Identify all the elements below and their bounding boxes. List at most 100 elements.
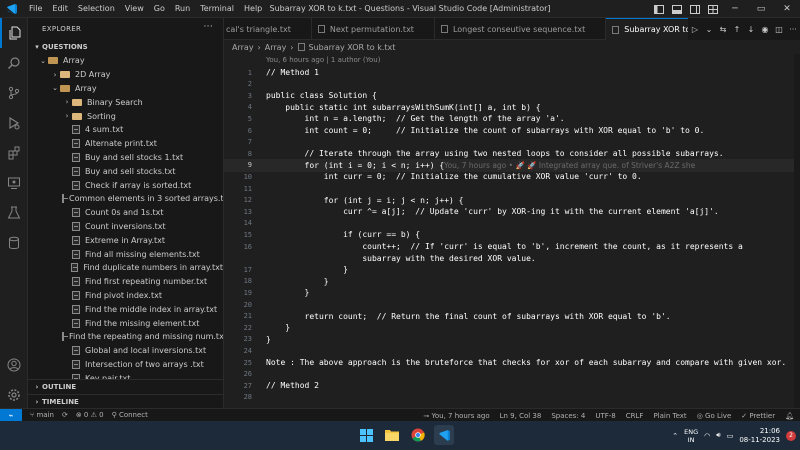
customize-layout-icon[interactable] [704,0,722,18]
end-of-line[interactable]: CRLF [626,412,644,420]
sync-icon[interactable]: ⟳ [62,411,68,419]
breadcrumb-item[interactable]: Subarray XOR to k.txt [309,43,396,52]
volume-icon[interactable]: 🔊︎ [716,431,720,440]
tree-file[interactable]: Count 0s and 1s.txt [28,206,223,220]
encoding[interactable]: UTF-8 [595,412,615,420]
remote-explorer-icon[interactable] [0,168,28,198]
tree-file[interactable]: Find the repeating and missing num.txt [28,330,223,344]
tree-file[interactable]: Common elements in 3 sorted arrays.txt [28,192,223,206]
open-changes-icon[interactable]: ⇆ [716,25,730,34]
tree-file[interactable]: Extreme in Array.txt [28,233,223,247]
tree-folder[interactable]: › 2D Array [28,68,223,82]
tree-file[interactable]: Find all missing elements.txt [28,247,223,261]
workspace-section[interactable]: ▾ QUESTIONS [28,40,223,54]
code-line[interactable]: 28 [224,391,800,404]
wifi-icon[interactable]: ◠ [704,432,710,440]
breadcrumb-item[interactable]: Array [265,43,287,52]
tab[interactable]: cal's triangle.txt [224,18,312,40]
database-icon[interactable] [0,228,28,258]
tree-file[interactable]: Check if array is sorted.txt [28,178,223,192]
minimize-button[interactable]: ─ [722,0,748,18]
testing-icon[interactable] [0,198,28,228]
more-actions-icon[interactable]: ··· [204,22,213,32]
timeline-section[interactable]: › TIMELINE [28,394,223,408]
tree-folder[interactable]: ⌄ Array [28,54,223,68]
line-text: } [266,276,329,286]
clock[interactable]: 21:06 08-11-2023 [739,427,780,445]
extensions-icon[interactable] [0,138,28,168]
close-window-button[interactable]: ✕ [774,0,800,18]
menu-file[interactable]: File [24,4,47,13]
chevron-right-icon: › [65,98,69,107]
outline-section[interactable]: › OUTLINE [28,380,223,394]
account-icon[interactable] [0,350,28,380]
go-live-status[interactable]: ◎ Go Live [697,412,732,420]
layout-sidebar-icon[interactable] [650,0,668,18]
chevron-up-icon[interactable]: ⌃ [672,432,678,440]
tab[interactable]: Longest conseutive sequence.txt [435,18,607,40]
connect-status[interactable]: ⚲ Connect [112,411,148,419]
scrollbar[interactable] [794,54,800,408]
file-explorer-icon[interactable] [382,425,402,445]
remote-indicator-icon[interactable]: ⌁ [0,408,22,422]
tree-folder[interactable]: › Sorting [28,109,223,123]
tree-file[interactable]: Buy and sell stocks.txt [28,164,223,178]
tab-label: cal's triangle.txt [226,24,291,34]
layout-panel-icon[interactable] [668,0,686,18]
next-change-icon[interactable]: ↓ [744,25,758,34]
search-icon[interactable] [0,48,28,78]
prettier-status[interactable]: ✓ Prettier [741,412,775,420]
tree-file[interactable]: 4 sum.txt [28,123,223,137]
tree-file[interactable]: Intersection of two arrays .txt [28,358,223,372]
toggle-blame-icon[interactable]: ◉ [758,25,772,34]
notifications-bell-icon[interactable]: 🔔︎ [785,412,794,420]
chrome-icon[interactable] [408,425,428,445]
windows-start-icon[interactable] [356,425,376,445]
line-number: 17 [243,265,252,274]
run-icon[interactable]: ▷ [688,25,702,34]
previous-change-icon[interactable]: ↑ [730,25,744,34]
language-mode[interactable]: Plain Text [653,412,686,420]
tree-file[interactable]: Buy and sell stocks 1.txt [28,151,223,165]
tree-file[interactable]: Global and local inversions.txt [28,344,223,358]
menu-terminal[interactable]: Terminal [195,4,239,13]
git-blame-status[interactable]: ⊸ You, 7 hours ago [423,412,489,420]
tab[interactable]: Next permutation.txt [312,18,435,40]
menu-go[interactable]: Go [149,4,170,13]
input-language[interactable]: ENG IN [684,428,698,444]
layout-secondary-sidebar-icon[interactable] [686,0,704,18]
run-debug-icon[interactable] [0,108,28,138]
tree-file[interactable]: Find the middle index in array.txt [28,302,223,316]
problems-status[interactable]: ⊗ 0 ⚠ 0 [76,411,104,419]
source-control-icon[interactable] [0,78,28,108]
vscode-taskbar-icon[interactable] [434,425,454,445]
battery-icon[interactable]: ▭ [727,432,734,440]
tree-file[interactable]: Find first repeating number.txt [28,275,223,289]
more-editor-actions-icon[interactable]: ··· [786,25,800,34]
menu-view[interactable]: View [120,4,149,13]
branch-status[interactable]: ⑂ main [30,411,54,419]
notification-badge[interactable]: 2 [786,430,796,441]
code-editor[interactable]: You, 6 hours ago | 1 author (You) 1 // Me… [224,54,800,408]
tree-folder[interactable]: ⌄ Array [28,82,223,96]
cursor-position[interactable]: Ln 9, Col 38 [500,412,542,420]
tree-item-label: Find the missing element.txt [85,318,200,328]
indentation[interactable]: Spaces: 4 [551,412,585,420]
tree-folder[interactable]: › Binary Search [28,95,223,109]
menu-run[interactable]: Run [170,4,195,13]
manage-gear-icon[interactable] [0,380,28,410]
tree-file[interactable]: Find duplicate numbers in array.txt [28,261,223,275]
explorer-icon[interactable] [0,18,28,48]
tree-file[interactable]: Find pivot index.txt [28,289,223,303]
line-text: for (int j = i; j < n; j++) { [266,195,464,205]
run-dropdown-icon[interactable]: ⌄ [702,25,716,34]
tree-file[interactable]: Count inversions.txt [28,220,223,234]
tree-file[interactable]: Alternate print.txt [28,137,223,151]
codelens-authors[interactable]: You, 6 hours ago | 1 author (You) [266,56,380,64]
maximize-button[interactable]: ▭ [748,0,774,18]
menu-selection[interactable]: Selection [73,4,120,13]
split-editor-icon[interactable]: ◫ [772,25,786,34]
breadcrumb-item[interactable]: Array [232,43,254,52]
menu-edit[interactable]: Edit [47,4,73,13]
tree-file[interactable]: Find the missing element.txt [28,316,223,330]
